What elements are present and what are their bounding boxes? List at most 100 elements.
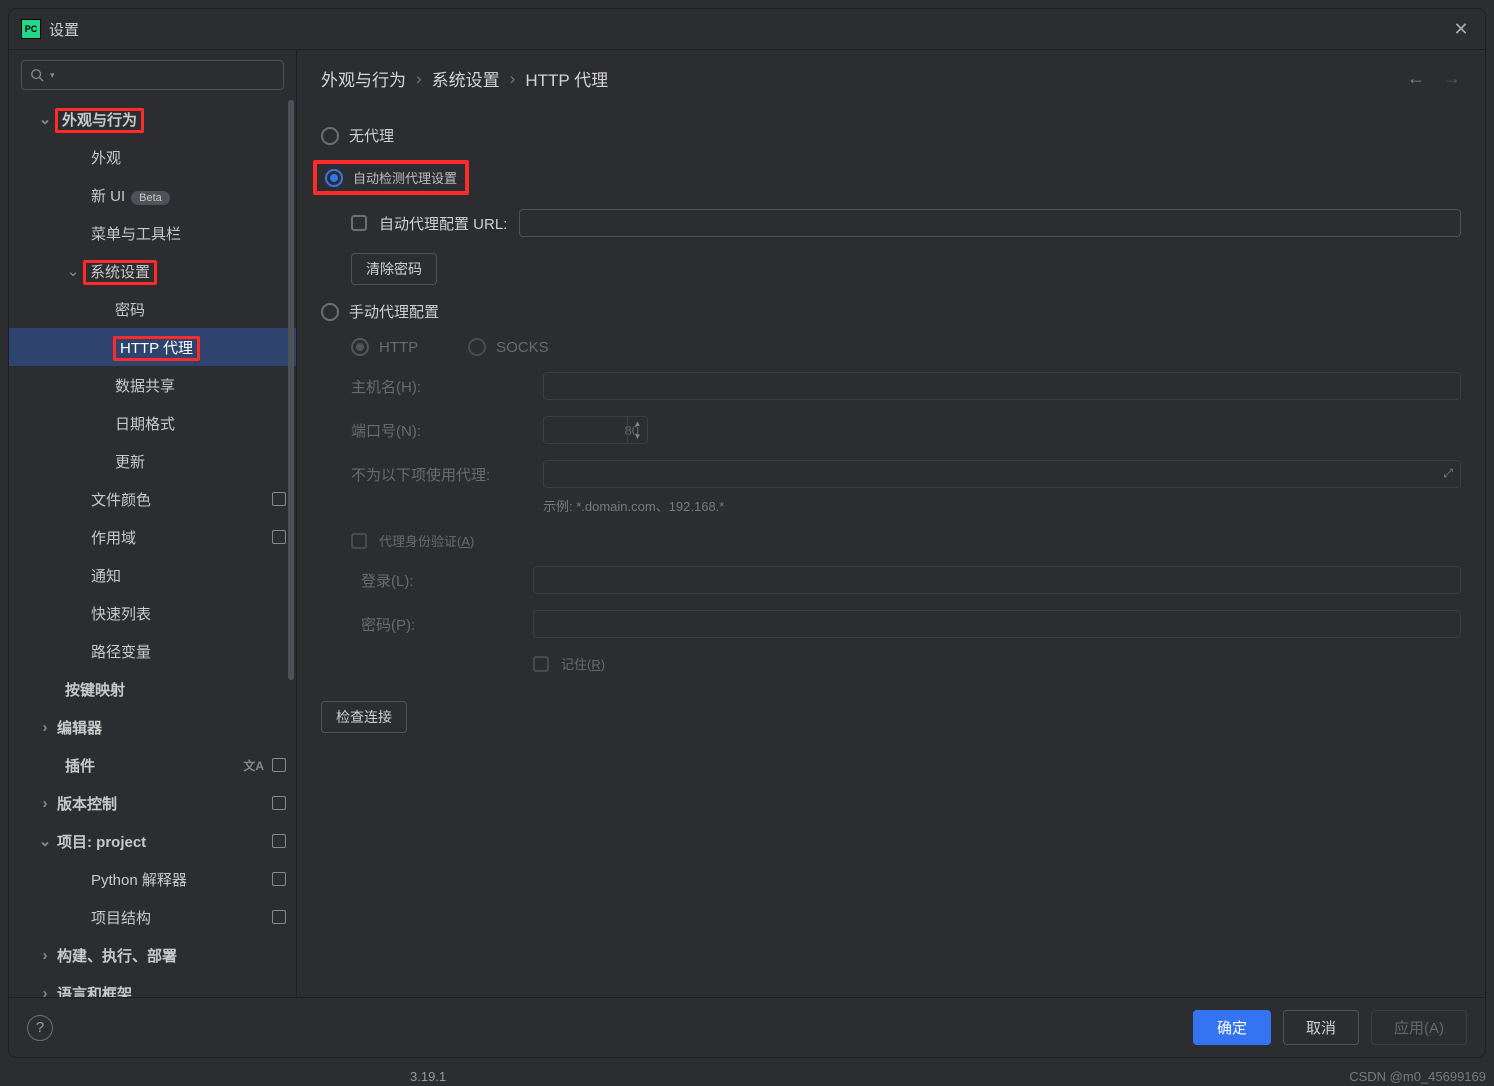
titlebar: PC 设置 ✕ bbox=[9, 9, 1485, 50]
chevron-right-icon: › bbox=[37, 719, 53, 735]
help-icon[interactable]: ? bbox=[27, 1015, 53, 1041]
chevron-right-icon: › bbox=[37, 795, 53, 811]
radio-icon bbox=[325, 169, 343, 187]
breadcrumb: 外观与行为 › 系统设置 › HTTP 代理 ← → bbox=[297, 50, 1485, 107]
tree-lang-framework[interactable]: ›语言和框架 bbox=[9, 974, 296, 997]
tree-http-proxy[interactable]: HTTP 代理 bbox=[9, 328, 296, 366]
tree-data-sharing[interactable]: 数据共享 bbox=[9, 366, 296, 404]
login-row: 登录(L): bbox=[361, 558, 1461, 602]
expand-icon: ⤢ bbox=[1443, 466, 1453, 481]
gear-icon bbox=[272, 758, 286, 772]
close-icon[interactable]: ✕ bbox=[1449, 17, 1473, 41]
checkbox-auto-url[interactable] bbox=[351, 215, 367, 231]
chevron-right-icon: › bbox=[37, 947, 53, 963]
auth-row: 代理身份验证(A) bbox=[351, 523, 1461, 558]
auth-label: 代理身份验证(A) bbox=[379, 531, 474, 550]
dropdown-icon: ▾ bbox=[50, 70, 55, 81]
radio-no-proxy[interactable]: 无代理 bbox=[321, 117, 1461, 154]
clear-passwords-button[interactable]: 清除密码 bbox=[351, 253, 437, 285]
port-input: ▲▼ bbox=[543, 416, 648, 444]
tree-updates[interactable]: 更新 bbox=[9, 442, 296, 480]
radio-manual-proxy[interactable]: 手动代理配置 bbox=[321, 293, 1461, 330]
tree-appearance[interactable]: 外观 bbox=[9, 138, 296, 176]
chevron-right-icon: › bbox=[416, 69, 422, 89]
tree-notifications[interactable]: 通知 bbox=[9, 556, 296, 594]
gear-icon bbox=[272, 910, 286, 924]
beta-badge: Beta bbox=[131, 191, 170, 205]
tree-path-variables[interactable]: 路径变量 bbox=[9, 632, 296, 670]
back-icon[interactable]: ← bbox=[1407, 68, 1425, 89]
version-text: 3.19.1 bbox=[410, 1069, 446, 1084]
tree-python-interpreter[interactable]: Python 解释器 bbox=[9, 860, 296, 898]
protocol-row: HTTP SOCKS bbox=[351, 330, 1461, 364]
ok-button[interactable]: 确定 bbox=[1193, 1010, 1271, 1045]
watermark: CSDN @m0_45699169 bbox=[1349, 1069, 1486, 1084]
content-panel: 外观与行为 › 系统设置 › HTTP 代理 ← → 无代理 bbox=[297, 50, 1485, 997]
password-row: 密码(P): bbox=[361, 602, 1461, 646]
breadcrumb-item[interactable]: 外观与行为 bbox=[321, 66, 406, 91]
chevron-down-icon: ⌄ bbox=[37, 111, 53, 127]
tree-version-control[interactable]: ›版本控制 bbox=[9, 784, 296, 822]
breadcrumb-item: HTTP 代理 bbox=[525, 66, 608, 91]
app-icon: PC bbox=[21, 19, 41, 39]
radio-icon bbox=[321, 303, 339, 321]
tree-label: HTTP 代理 bbox=[113, 336, 200, 361]
field-label: 登录(L): bbox=[361, 570, 521, 591]
scrollbar[interactable] bbox=[288, 100, 294, 680]
gear-icon bbox=[272, 834, 286, 848]
spinner-down-icon: ▼ bbox=[628, 430, 647, 443]
tree-keymap[interactable]: 按键映射 bbox=[9, 670, 296, 708]
tree-new-ui[interactable]: 新 UIBeta bbox=[9, 176, 296, 214]
settings-tree[interactable]: ⌄ 外观与行为 外观 新 UIBeta 菜单与工具栏 ⌄ 系统设置 密码 HTT… bbox=[9, 100, 296, 997]
apply-button: 应用(A) bbox=[1371, 1010, 1467, 1045]
tree-menus-toolbars[interactable]: 菜单与工具栏 bbox=[9, 214, 296, 252]
tree-editor[interactable]: ›编辑器 bbox=[9, 708, 296, 746]
chevron-down-icon: ⌄ bbox=[37, 833, 53, 849]
tree-file-colors[interactable]: 文件颜色 bbox=[9, 480, 296, 518]
tree-appearance-behavior[interactable]: ⌄ 外观与行为 bbox=[9, 100, 296, 138]
clear-passwords-row: 清除密码 bbox=[351, 245, 1461, 293]
radio-auto-detect[interactable]: 自动检测代理设置 bbox=[313, 160, 469, 195]
spinner-up-icon: ▲ bbox=[628, 417, 647, 430]
search-icon bbox=[30, 68, 44, 82]
port-row: 端口号(N): ▲▼ bbox=[351, 408, 1461, 452]
radio-label: 自动检测代理设置 bbox=[353, 168, 457, 187]
sidebar: ▾ ⌄ 外观与行为 外观 新 UIBeta 菜单与工具栏 ⌄ 系统设置 密码 H… bbox=[9, 50, 297, 997]
radio-label: SOCKS bbox=[496, 339, 549, 356]
tree-label: 系统设置 bbox=[83, 260, 157, 285]
settings-window: PC 设置 ✕ ▾ ⌄ 外观与行为 外观 新 UIBeta 菜单与工具栏 ⌄ 系 bbox=[8, 8, 1486, 1058]
field-label: 自动代理配置 URL: bbox=[379, 213, 507, 234]
tree-system-settings[interactable]: ⌄ 系统设置 bbox=[9, 252, 296, 290]
search-input[interactable]: ▾ bbox=[21, 60, 284, 90]
cancel-button[interactable]: 取消 bbox=[1283, 1010, 1359, 1045]
breadcrumb-item[interactable]: 系统设置 bbox=[432, 66, 500, 91]
tree-quick-lists[interactable]: 快速列表 bbox=[9, 594, 296, 632]
example-hint: 示例: *.domain.com、192.168.* bbox=[543, 496, 724, 515]
tree-scopes[interactable]: 作用域 bbox=[9, 518, 296, 556]
radio-icon bbox=[321, 127, 339, 145]
check-connection-button[interactable]: 检查连接 bbox=[321, 701, 407, 733]
gear-icon bbox=[272, 492, 286, 506]
radio-label: 手动代理配置 bbox=[349, 301, 439, 322]
password-input bbox=[533, 610, 1461, 638]
checkbox-remember bbox=[533, 656, 549, 672]
chevron-right-icon: › bbox=[37, 985, 53, 997]
no-proxy-input bbox=[543, 460, 1461, 488]
chevron-down-icon: ⌄ bbox=[65, 263, 81, 279]
forward-icon: → bbox=[1443, 68, 1461, 89]
auto-config-url-input[interactable] bbox=[519, 209, 1461, 237]
auto-config-url-row: 自动代理配置 URL: bbox=[351, 201, 1461, 245]
tree-project-structure[interactable]: 项目结构 bbox=[9, 898, 296, 936]
field-label: 端口号(N): bbox=[351, 420, 531, 441]
remember-label: 记住(R) bbox=[561, 654, 605, 673]
host-row: 主机名(H): bbox=[351, 364, 1461, 408]
tree-project[interactable]: ⌄项目: project bbox=[9, 822, 296, 860]
proxy-form: 无代理 自动检测代理设置 自动代理配置 URL: 清除密码 bbox=[297, 107, 1485, 997]
tree-plugins[interactable]: 插件文A bbox=[9, 746, 296, 784]
no-proxy-for-row: 不为以下项使用代理: ⤢ bbox=[351, 452, 1461, 496]
translate-icon: 文A bbox=[243, 757, 264, 774]
tree-passwords[interactable]: 密码 bbox=[9, 290, 296, 328]
tree-build-exec-deploy[interactable]: ›构建、执行、部署 bbox=[9, 936, 296, 974]
remember-row: 记住(R) bbox=[361, 646, 1461, 681]
tree-date-format[interactable]: 日期格式 bbox=[9, 404, 296, 442]
